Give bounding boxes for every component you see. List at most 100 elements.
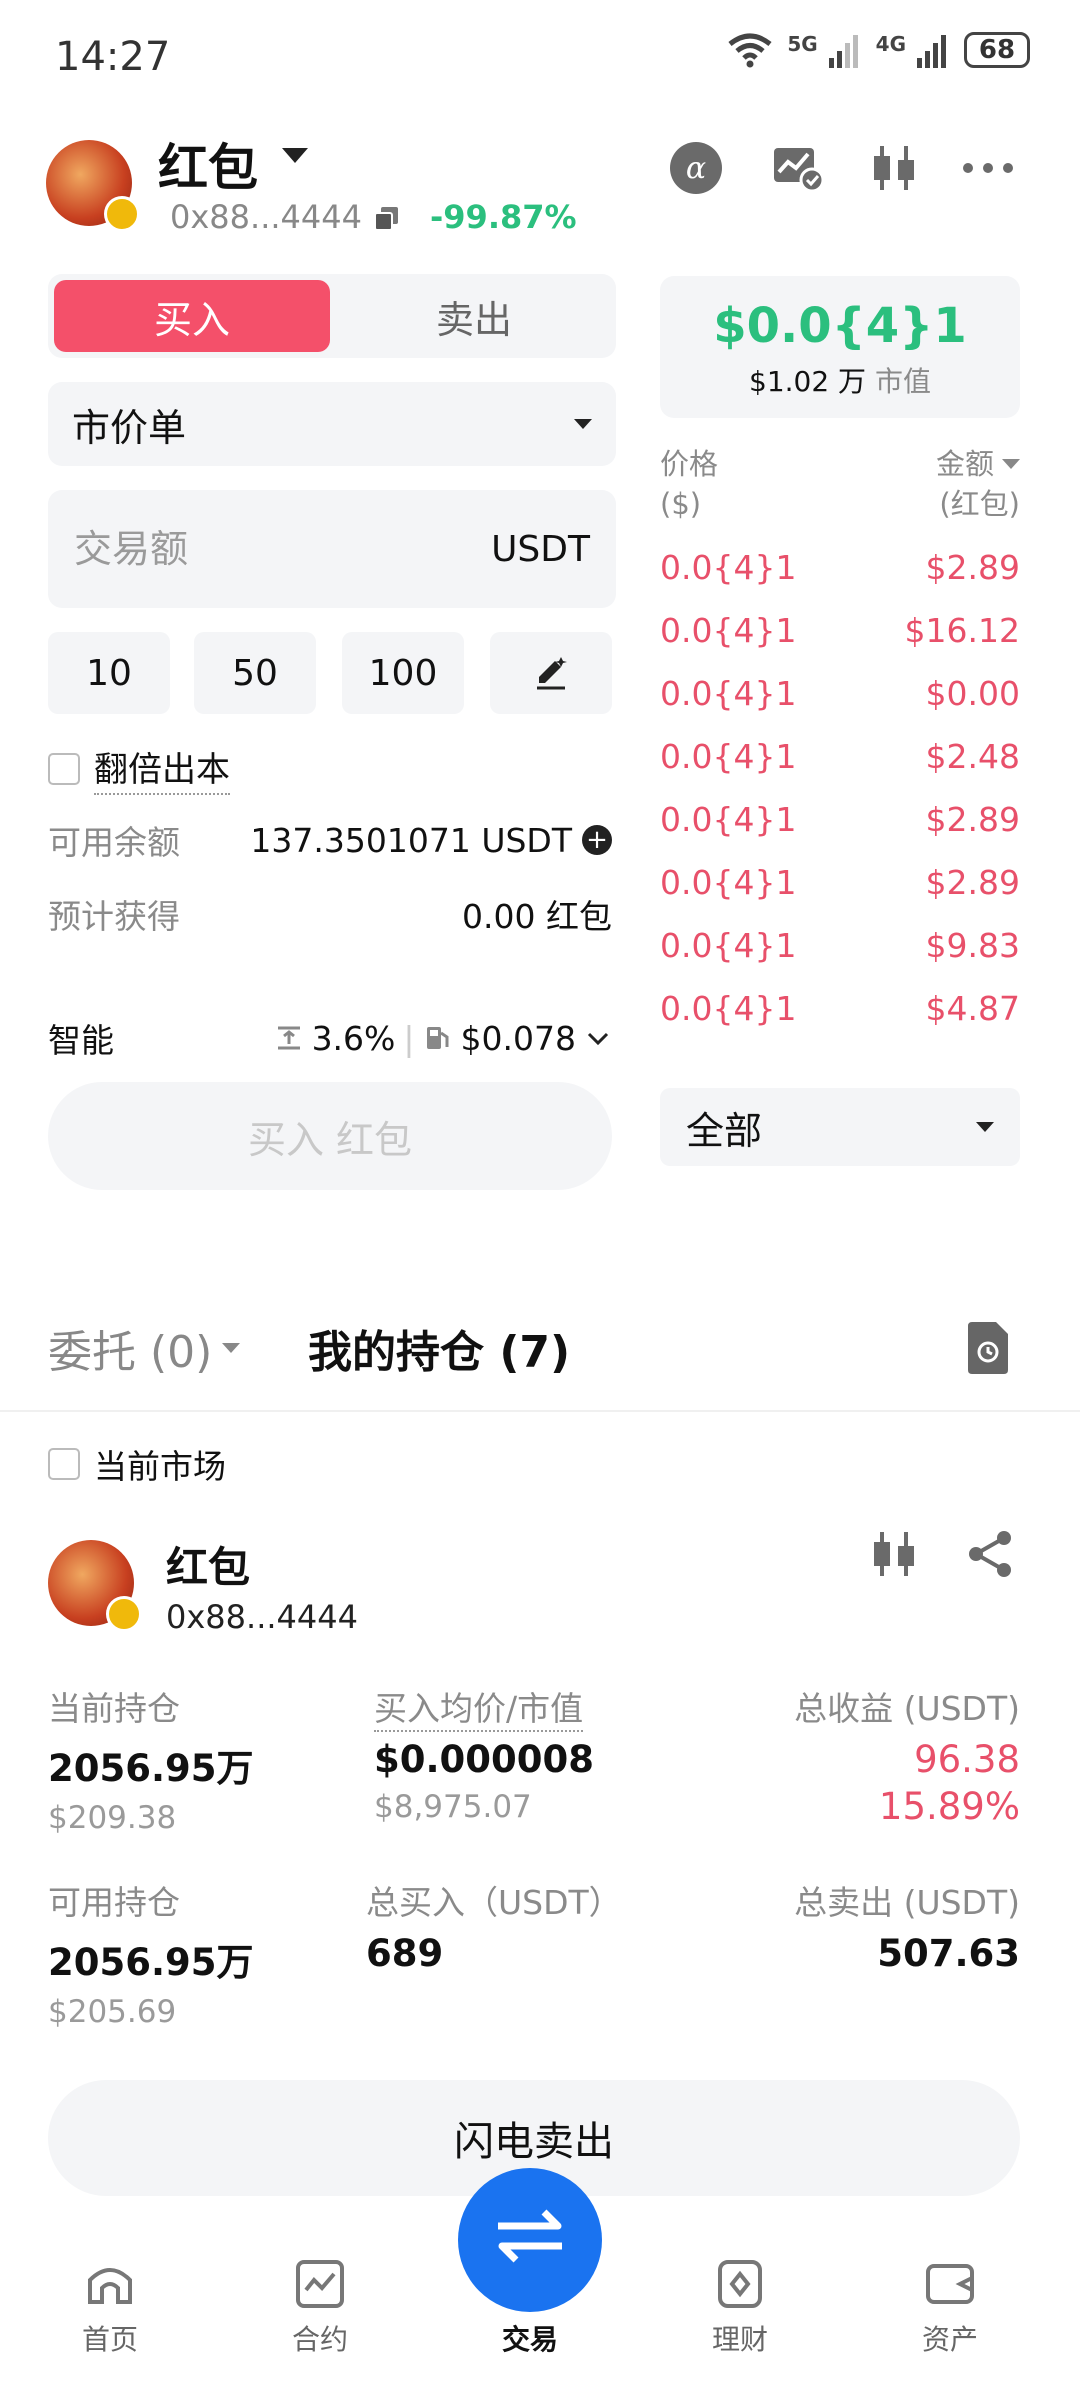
price-header-label: 价格 [660, 447, 719, 481]
available-holding-usd: $205.69 [48, 1994, 177, 2030]
amount-unit: USDT [491, 528, 590, 570]
available-balance-row: 可用余额 137.3501071 USDT + [48, 816, 612, 864]
slippage-value: 3.6% [311, 1018, 396, 1058]
orderbook-row[interactable]: 0.0{4}1 $2.48 [660, 737, 1020, 776]
current-price: $0.0{4}1 [713, 298, 967, 354]
quick-amount-100[interactable]: 100 [342, 632, 464, 714]
earn-icon [718, 2260, 762, 2308]
orderbook-amount: $2.48 [925, 737, 1020, 776]
candlestick-icon[interactable] [866, 140, 922, 196]
orderbook-amount: $2.89 [925, 863, 1020, 902]
share-icon[interactable] [962, 1526, 1018, 1582]
nav-futures-label: 合约 [291, 2323, 348, 2356]
depth-select[interactable]: 全部 [660, 1088, 1020, 1166]
amount-field[interactable]: USDT [48, 490, 616, 608]
orderbook-row[interactable]: 0.0{4}1 $2.89 [660, 863, 1020, 902]
avg-price-label[interactable]: 买入均价/市值 [374, 1689, 584, 1732]
chart-check-icon[interactable] [770, 140, 826, 196]
orderbook-price: 0.0{4}1 [660, 800, 797, 839]
caret-down-icon [1002, 459, 1020, 469]
orderbook-row[interactable]: 0.0{4}1 $2.89 [660, 800, 1020, 839]
edit-icon [537, 657, 567, 690]
deposit-plus-icon[interactable]: + [582, 825, 612, 855]
nav-trade-label: 交易 [501, 2323, 558, 2356]
orderbook-row[interactable]: 0.0{4}1 $16.12 [660, 611, 1020, 650]
token-avatar[interactable] [46, 140, 140, 232]
orderbook-row[interactable]: 0.0{4}1 $9.83 [660, 926, 1020, 965]
battery-level: 68 [978, 35, 1016, 65]
nav-assets[interactable]: 资产 [890, 2258, 1010, 2358]
signal-5g-icon [828, 35, 858, 68]
chevron-down-icon [574, 419, 592, 429]
wifi-icon [728, 33, 772, 68]
orderbook-row[interactable]: 0.0{4}1 $0.00 [660, 674, 1020, 713]
bnb-chain-badge-icon [104, 196, 140, 232]
alpha-icon[interactable]: α [668, 140, 724, 196]
orderbook-amount-header[interactable]: 金额 (红包) [936, 444, 1020, 524]
edit-quick-amounts-button[interactable] [490, 632, 612, 714]
current-holding-value: 2056.95万 [48, 1747, 254, 1790]
orderbook-row[interactable]: 0.0{4}1 $2.89 [660, 548, 1020, 587]
price-change-percent: -99.87% [430, 198, 577, 236]
orderbook-price: 0.0{4}1 [660, 674, 797, 713]
avg-price-value: $0.000008 [374, 1738, 595, 1781]
market-cap-value: $1.02 万 [749, 365, 867, 398]
orderbook-amount: $9.83 [925, 926, 1020, 965]
futures-icon [296, 2260, 344, 2308]
position-chart-icon[interactable] [866, 1526, 922, 1582]
buy-button[interactable]: 买入 红包 [48, 1082, 612, 1190]
nav-trade[interactable]: 交易 [458, 2168, 602, 2358]
market-cap-label: 市值 [874, 365, 931, 398]
double-principal-option[interactable]: 翻倍出本 [48, 742, 230, 795]
total-sell-label: 总卖出 (USDT) [794, 1883, 1020, 1922]
smart-settings-row[interactable]: 智能 3.6% | $0.078 [48, 1014, 612, 1062]
slippage-icon [277, 1026, 300, 1050]
orderbook-price-header: 价格 ($) [660, 444, 718, 524]
chevron-down-icon [976, 1122, 994, 1132]
amount-input[interactable] [74, 527, 374, 571]
available-holding-label: 可用持仓 [48, 1883, 180, 1922]
current-market-checkbox[interactable] [48, 1448, 80, 1480]
total-buy-value: 689 [366, 1932, 444, 1975]
total-sell-cell: 总卖出 (USDT) 507.63 [794, 1876, 1020, 1975]
copy-icon[interactable] [374, 206, 400, 232]
tab-orders[interactable]: 委托 (0) [48, 1316, 241, 1380]
nav-earn-label: 理财 [711, 2323, 768, 2356]
network-5g-label: 5G [787, 32, 818, 56]
total-pnl-value: 96.38 [914, 1738, 1020, 1781]
status-time: 14:27 [55, 34, 171, 80]
nav-earn[interactable]: 理财 [680, 2258, 800, 2358]
order-type-select[interactable]: 市价单 [48, 382, 616, 466]
token-name[interactable]: 红包 [158, 128, 258, 200]
gas-fee-value: $0.078 [460, 1018, 576, 1058]
available-balance-value: 137.3501071 USDT [250, 820, 572, 860]
double-principal-checkbox[interactable] [48, 752, 80, 785]
status-bar: 14:27 5G 4G 68 [0, 0, 1080, 118]
available-holding-value: 2056.95万 [48, 1941, 254, 1984]
token-selector-chevron-icon[interactable] [282, 148, 308, 163]
orderbook-amount: $4.87 [925, 989, 1020, 1028]
position-token-name[interactable]: 红包 [166, 1534, 250, 1595]
more-icon[interactable] [960, 140, 1016, 196]
smart-label: 智能 [48, 1021, 114, 1060]
nav-futures[interactable]: 合约 [260, 2258, 380, 2358]
quick-amount-50[interactable]: 50 [194, 632, 316, 714]
divider [0, 1410, 1080, 1412]
orderbook-amount: $0.00 [925, 674, 1020, 713]
nav-home[interactable]: 首页 [50, 2258, 170, 2358]
expected-receive-value: 0.00 红包 [462, 897, 612, 936]
orderbook-row[interactable]: 0.0{4}1 $4.87 [660, 989, 1020, 1028]
total-sell-value: 507.63 [877, 1932, 1020, 1975]
position-token-address: 0x88...4444 [166, 1598, 358, 1636]
quick-amount-10[interactable]: 10 [48, 632, 170, 714]
current-market-filter[interactable]: 当前市场 [48, 1440, 226, 1488]
orderbook-amount: $2.89 [925, 548, 1020, 587]
order-history-icon[interactable] [966, 1322, 1010, 1374]
trade-swap-button[interactable] [458, 2168, 602, 2312]
available-holding-cell: 可用持仓 2056.95万 $205.69 [48, 1876, 254, 2030]
nav-home-label: 首页 [81, 2323, 138, 2356]
orderbook-price: 0.0{4}1 [660, 737, 797, 776]
tab-holdings[interactable]: 我的持仓 (7) [308, 1316, 570, 1380]
tab-sell[interactable]: 卖出 [338, 280, 610, 352]
tab-buy[interactable]: 买入 [54, 280, 330, 352]
